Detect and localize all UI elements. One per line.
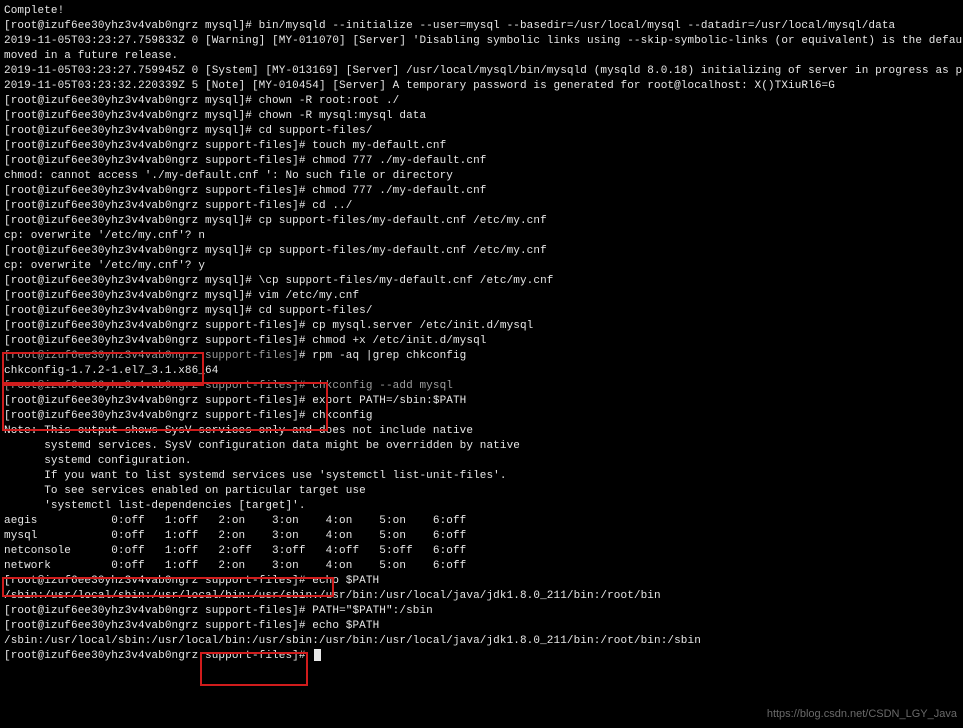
terminal-line[interactable]: [root@izuf6ee30yhz3v4vab0ngrz support-fi… [4, 649, 959, 664]
terminal-line: 2019-11-05T03:23:27.759833Z 0 [Warning] … [4, 34, 959, 49]
prompt: [root@izuf6ee30yhz3v4vab0ngrz support-fi… [4, 605, 299, 617]
terminal-line: [root@izuf6ee30yhz3v4vab0ngrz mysql]# ch… [4, 109, 959, 124]
terminal-line: [root@izuf6ee30yhz3v4vab0ngrz mysql]# cd… [4, 124, 959, 139]
terminal-line: [root@izuf6ee30yhz3v4vab0ngrz mysql]# cp… [4, 214, 959, 229]
terminal-line: chkconfig-1.7.2-1.el7_3.1.x86_64 [4, 364, 959, 379]
terminal-line: chmod: cannot access './my-default.cnf '… [4, 169, 959, 184]
terminal-line: To see services enabled on particular ta… [4, 484, 959, 499]
terminal-line: [root@izuf6ee30yhz3v4vab0ngrz support-fi… [4, 409, 959, 424]
terminal-line: [root@izuf6ee30yhz3v4vab0ngrz support-fi… [4, 184, 959, 199]
terminal-line: netconsole 0:off 1:off 2:off 3:off 4:off… [4, 544, 959, 559]
cursor-icon [314, 649, 321, 661]
terminal-line: cp: overwrite '/etc/my.cnf'? y [4, 259, 959, 274]
terminal-line: aegis 0:off 1:off 2:on 3:on 4:on 5:on 6:… [4, 514, 959, 529]
prompt: [root@izuf6ee30yhz3v4vab0ngrz support-fi… [4, 395, 299, 407]
terminal-line: [root@izuf6ee30yhz3v4vab0ngrz support-fi… [4, 604, 959, 619]
prompt: [root@izuf6ee30yhz3v4vab0ngrz support-fi… [4, 620, 299, 632]
terminal-line: 2019-11-05T03:23:27.759945Z 0 [System] [… [4, 64, 959, 79]
terminal-line: moved in a future release. [4, 49, 959, 64]
terminal-line: Complete! [4, 4, 959, 19]
command: # rpm -aq |grep chkconfig [299, 350, 467, 362]
terminal-line: [root@izuf6ee30yhz3v4vab0ngrz support-fi… [4, 319, 959, 334]
terminal-line: systemd services. SysV configuration dat… [4, 439, 959, 454]
text: -1.7.2-1.el7_3.1.x86_64 [64, 365, 218, 377]
terminal-line: [root@izuf6ee30yhz3v4vab0ngrz mysql]# \c… [4, 274, 959, 289]
prompt: [root@izuf6ee30yhz3v4vab0ngrz support-fi… [4, 350, 299, 362]
command: # chkconfig --add mysql [299, 380, 453, 392]
terminal-line: [root@izuf6ee30yhz3v4vab0ngrz support-fi… [4, 619, 959, 634]
terminal-line: [root@izuf6ee30yhz3v4vab0ngrz mysql]# cp… [4, 244, 959, 259]
terminal-line: If you want to list systemd services use… [4, 469, 959, 484]
terminal-line: mysql 0:off 1:off 2:on 3:on 4:on 5:on 6:… [4, 529, 959, 544]
watermark: https://blog.csdn.net/CSDN_LGY_Java [767, 707, 957, 722]
terminal-line: /sbin:/usr/local/sbin:/usr/local/bin:/us… [4, 634, 959, 649]
terminal-line: [root@izuf6ee30yhz3v4vab0ngrz mysql]# cd… [4, 304, 959, 319]
terminal-line: [root@izuf6ee30yhz3v4vab0ngrz support-fi… [4, 394, 959, 409]
terminal-line: /sbin:/usr/local/sbin:/usr/local/bin:/us… [4, 589, 959, 604]
terminal-line: [root@izuf6ee30yhz3v4vab0ngrz support-fi… [4, 154, 959, 169]
prompt: [root@izuf6ee30yhz3v4vab0ngrz support-fi… [4, 380, 299, 392]
terminal-line: [root@izuf6ee30yhz3v4vab0ngrz mysql]# vi… [4, 289, 959, 304]
terminal-line: systemd configuration. [4, 454, 959, 469]
command: # chkconfig [299, 410, 373, 422]
terminal-line: [root@izuf6ee30yhz3v4vab0ngrz support-fi… [4, 199, 959, 214]
terminal-line: [root@izuf6ee30yhz3v4vab0ngrz support-fi… [4, 349, 959, 364]
terminal-line: Note: This output shows SysV services on… [4, 424, 959, 439]
prompt: [root@izuf6ee30yhz3v4vab0ngrz support-fi… [4, 410, 299, 422]
command: # export PATH=/sbin:$PATH [299, 395, 467, 407]
prompt-current: [root@izuf6ee30yhz3v4vab0ngrz support-fi… [4, 650, 312, 662]
terminal-line: [root@izuf6ee30yhz3v4vab0ngrz support-fi… [4, 379, 959, 394]
terminal-line: [root@izuf6ee30yhz3v4vab0ngrz support-fi… [4, 574, 959, 589]
terminal-line: [root@izuf6ee30yhz3v4vab0ngrz support-fi… [4, 334, 959, 349]
terminal-line: cp: overwrite '/etc/my.cnf'? n [4, 229, 959, 244]
terminal-line: [root@izuf6ee30yhz3v4vab0ngrz mysql]# ch… [4, 94, 959, 109]
terminal-line: [root@izuf6ee30yhz3v4vab0ngrz support-fi… [4, 139, 959, 154]
highlight-text: chkconfig [4, 365, 64, 377]
terminal-line: [root@izuf6ee30yhz3v4vab0ngrz mysql]# bi… [4, 19, 959, 34]
terminal-line: network 0:off 1:off 2:on 3:on 4:on 5:on … [4, 559, 959, 574]
terminal-line: 'systemctl list-dependencies [target]'. [4, 499, 959, 514]
terminal-line: 2019-11-05T03:23:32.220339Z 5 [Note] [MY… [4, 79, 959, 94]
command: # PATH="$PATH":/sbin [299, 605, 433, 617]
command: # echo $PATH [299, 620, 379, 632]
